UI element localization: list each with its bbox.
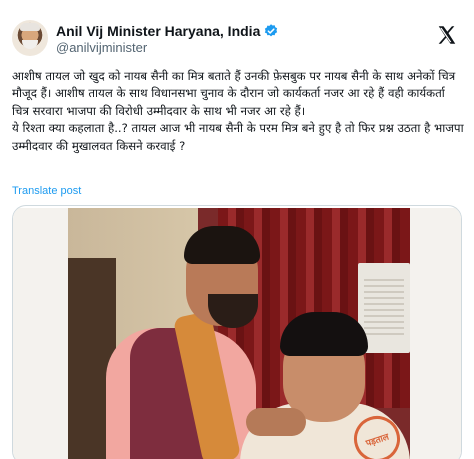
translate-post-link[interactable]: Translate post xyxy=(12,185,81,197)
avatar-hair xyxy=(20,23,40,31)
author-handle[interactable]: @anilvijminister xyxy=(56,40,147,55)
photo-person-left-hair xyxy=(184,226,260,264)
media-blur-right xyxy=(410,208,461,459)
x-logo-icon[interactable] xyxy=(436,24,458,46)
author-name-row: Anil Vij Minister Haryana, India xyxy=(56,22,279,39)
watermark-stamp-text: पड़ताल xyxy=(364,432,391,449)
post-photo[interactable]: पड़ताल xyxy=(68,208,410,459)
media-blur-left xyxy=(13,208,68,459)
photo-handshake xyxy=(246,408,306,436)
photo-person-right-hair xyxy=(280,312,368,356)
post-text: आशीष तायल जो खुद को नायब सैनी का मित्र ब… xyxy=(12,68,464,155)
verified-badge-icon xyxy=(265,23,278,36)
previous-post-edge xyxy=(0,0,474,8)
avatar[interactable] xyxy=(12,20,48,56)
post-media[interactable]: पड़ताल xyxy=(12,205,462,459)
post-paragraph-1: आशीष तायल जो खुद को नायब सैनी का मित्र ब… xyxy=(12,69,456,118)
avatar-beard xyxy=(22,40,38,49)
post-header: Anil Vij Minister Haryana, India @anilvi… xyxy=(12,18,462,58)
previous-post-fragment xyxy=(70,0,106,4)
post-paragraph-2: ये रिश्ता क्या कहलाता है..? तायल आज भी न… xyxy=(12,121,464,153)
author-name[interactable]: Anil Vij Minister Haryana, India xyxy=(56,23,260,39)
